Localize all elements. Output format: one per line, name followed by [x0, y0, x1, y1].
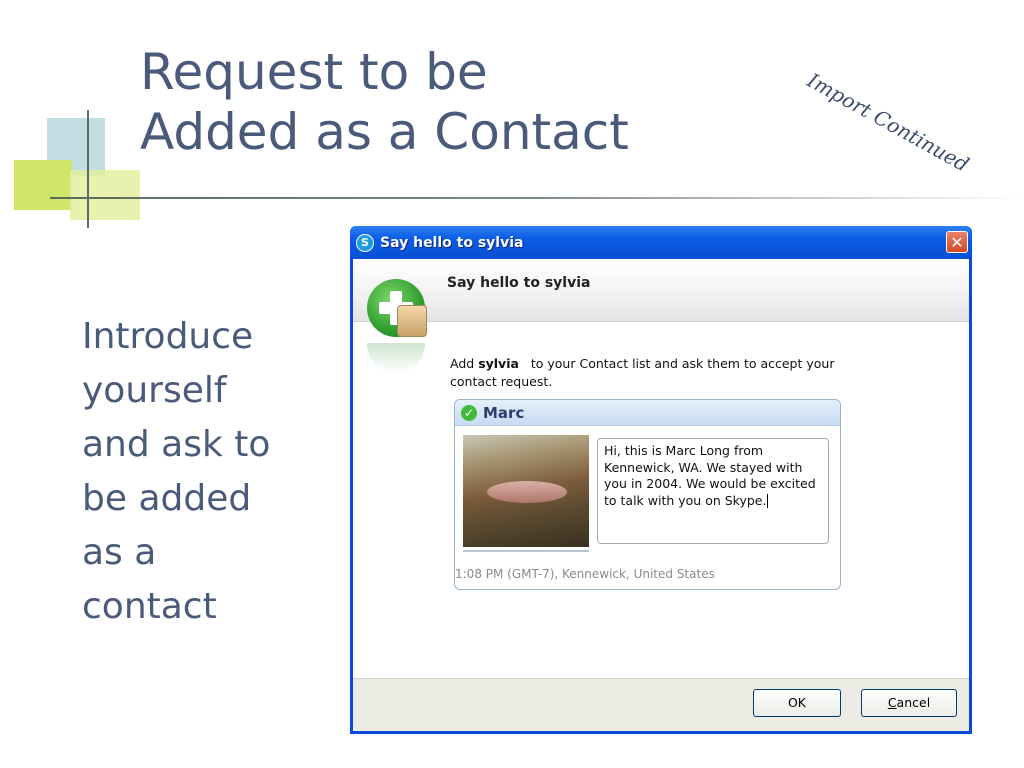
body-line: yourself [82, 370, 227, 411]
cancel-accesskey: C [887, 695, 897, 710]
desc-prefix: Add [450, 356, 479, 371]
dialog-button-bar: OK Cancel [353, 678, 969, 731]
dialog-header: Say hello to sylvia [353, 259, 969, 322]
cancel-button[interactable]: Cancel [861, 689, 957, 717]
body-line: Introduce [82, 316, 254, 357]
message-input[interactable]: Hi, this is Marc Long from Kennewick, WA… [597, 438, 829, 544]
add-contact-icon [367, 279, 427, 337]
add-contact-icon-reflection [367, 343, 425, 373]
body-line: contact [82, 586, 217, 627]
decor-vertical-line [87, 110, 89, 228]
photo-divider [463, 550, 589, 552]
dialog-client-area: Say hello to sylvia Add sylvia to your C… [353, 259, 969, 731]
text-cursor [767, 494, 769, 508]
say-hello-dialog: S Say hello to sylvia ✕ Say hello to syl… [350, 226, 972, 734]
slide-body-text: Introduce yourself and ask to be added a… [82, 310, 312, 634]
dialog-titlebar[interactable]: S Say hello to sylvia ✕ [350, 226, 972, 259]
request-description: Add sylvia to your Contact list and ask … [450, 355, 850, 391]
contact-card: ✓ Marc Hi, this is Marc Long from Kennew… [454, 399, 841, 590]
decor-square-lightgreen [70, 170, 140, 220]
close-icon: ✕ [950, 233, 964, 252]
body-line: and ask to [82, 424, 271, 465]
body-line: be added [82, 478, 252, 519]
dialog-window-title: Say hello to sylvia [380, 234, 524, 251]
message-text: Hi, this is Marc Long from Kennewick, WA… [604, 443, 816, 508]
card-header: ✓ Marc [455, 400, 840, 426]
ok-button[interactable]: OK [753, 689, 841, 717]
title-underline [50, 197, 1024, 199]
contact-name: sylvia [478, 356, 519, 371]
decor-square-green [14, 160, 72, 210]
body-line: as a [82, 532, 157, 573]
slide-title: Request to be Added as a Contact [140, 42, 629, 162]
corner-note: Import Continued [803, 68, 974, 177]
sender-name: Marc [483, 403, 525, 422]
online-check-icon: ✓ [461, 404, 477, 421]
person-icon [397, 305, 427, 337]
card-location-time: 1:08 PM (GMT-7), Kennewick, United State… [455, 567, 715, 581]
skype-icon: S [356, 233, 374, 252]
close-button[interactable]: ✕ [946, 231, 968, 253]
profile-photo [463, 435, 589, 547]
slide-title-line-2: Added as a Contact [140, 103, 629, 161]
slide-title-line-1: Request to be [140, 43, 488, 101]
cancel-label-rest: ancel [896, 695, 931, 710]
dialog-header-title: Say hello to sylvia [447, 275, 591, 291]
